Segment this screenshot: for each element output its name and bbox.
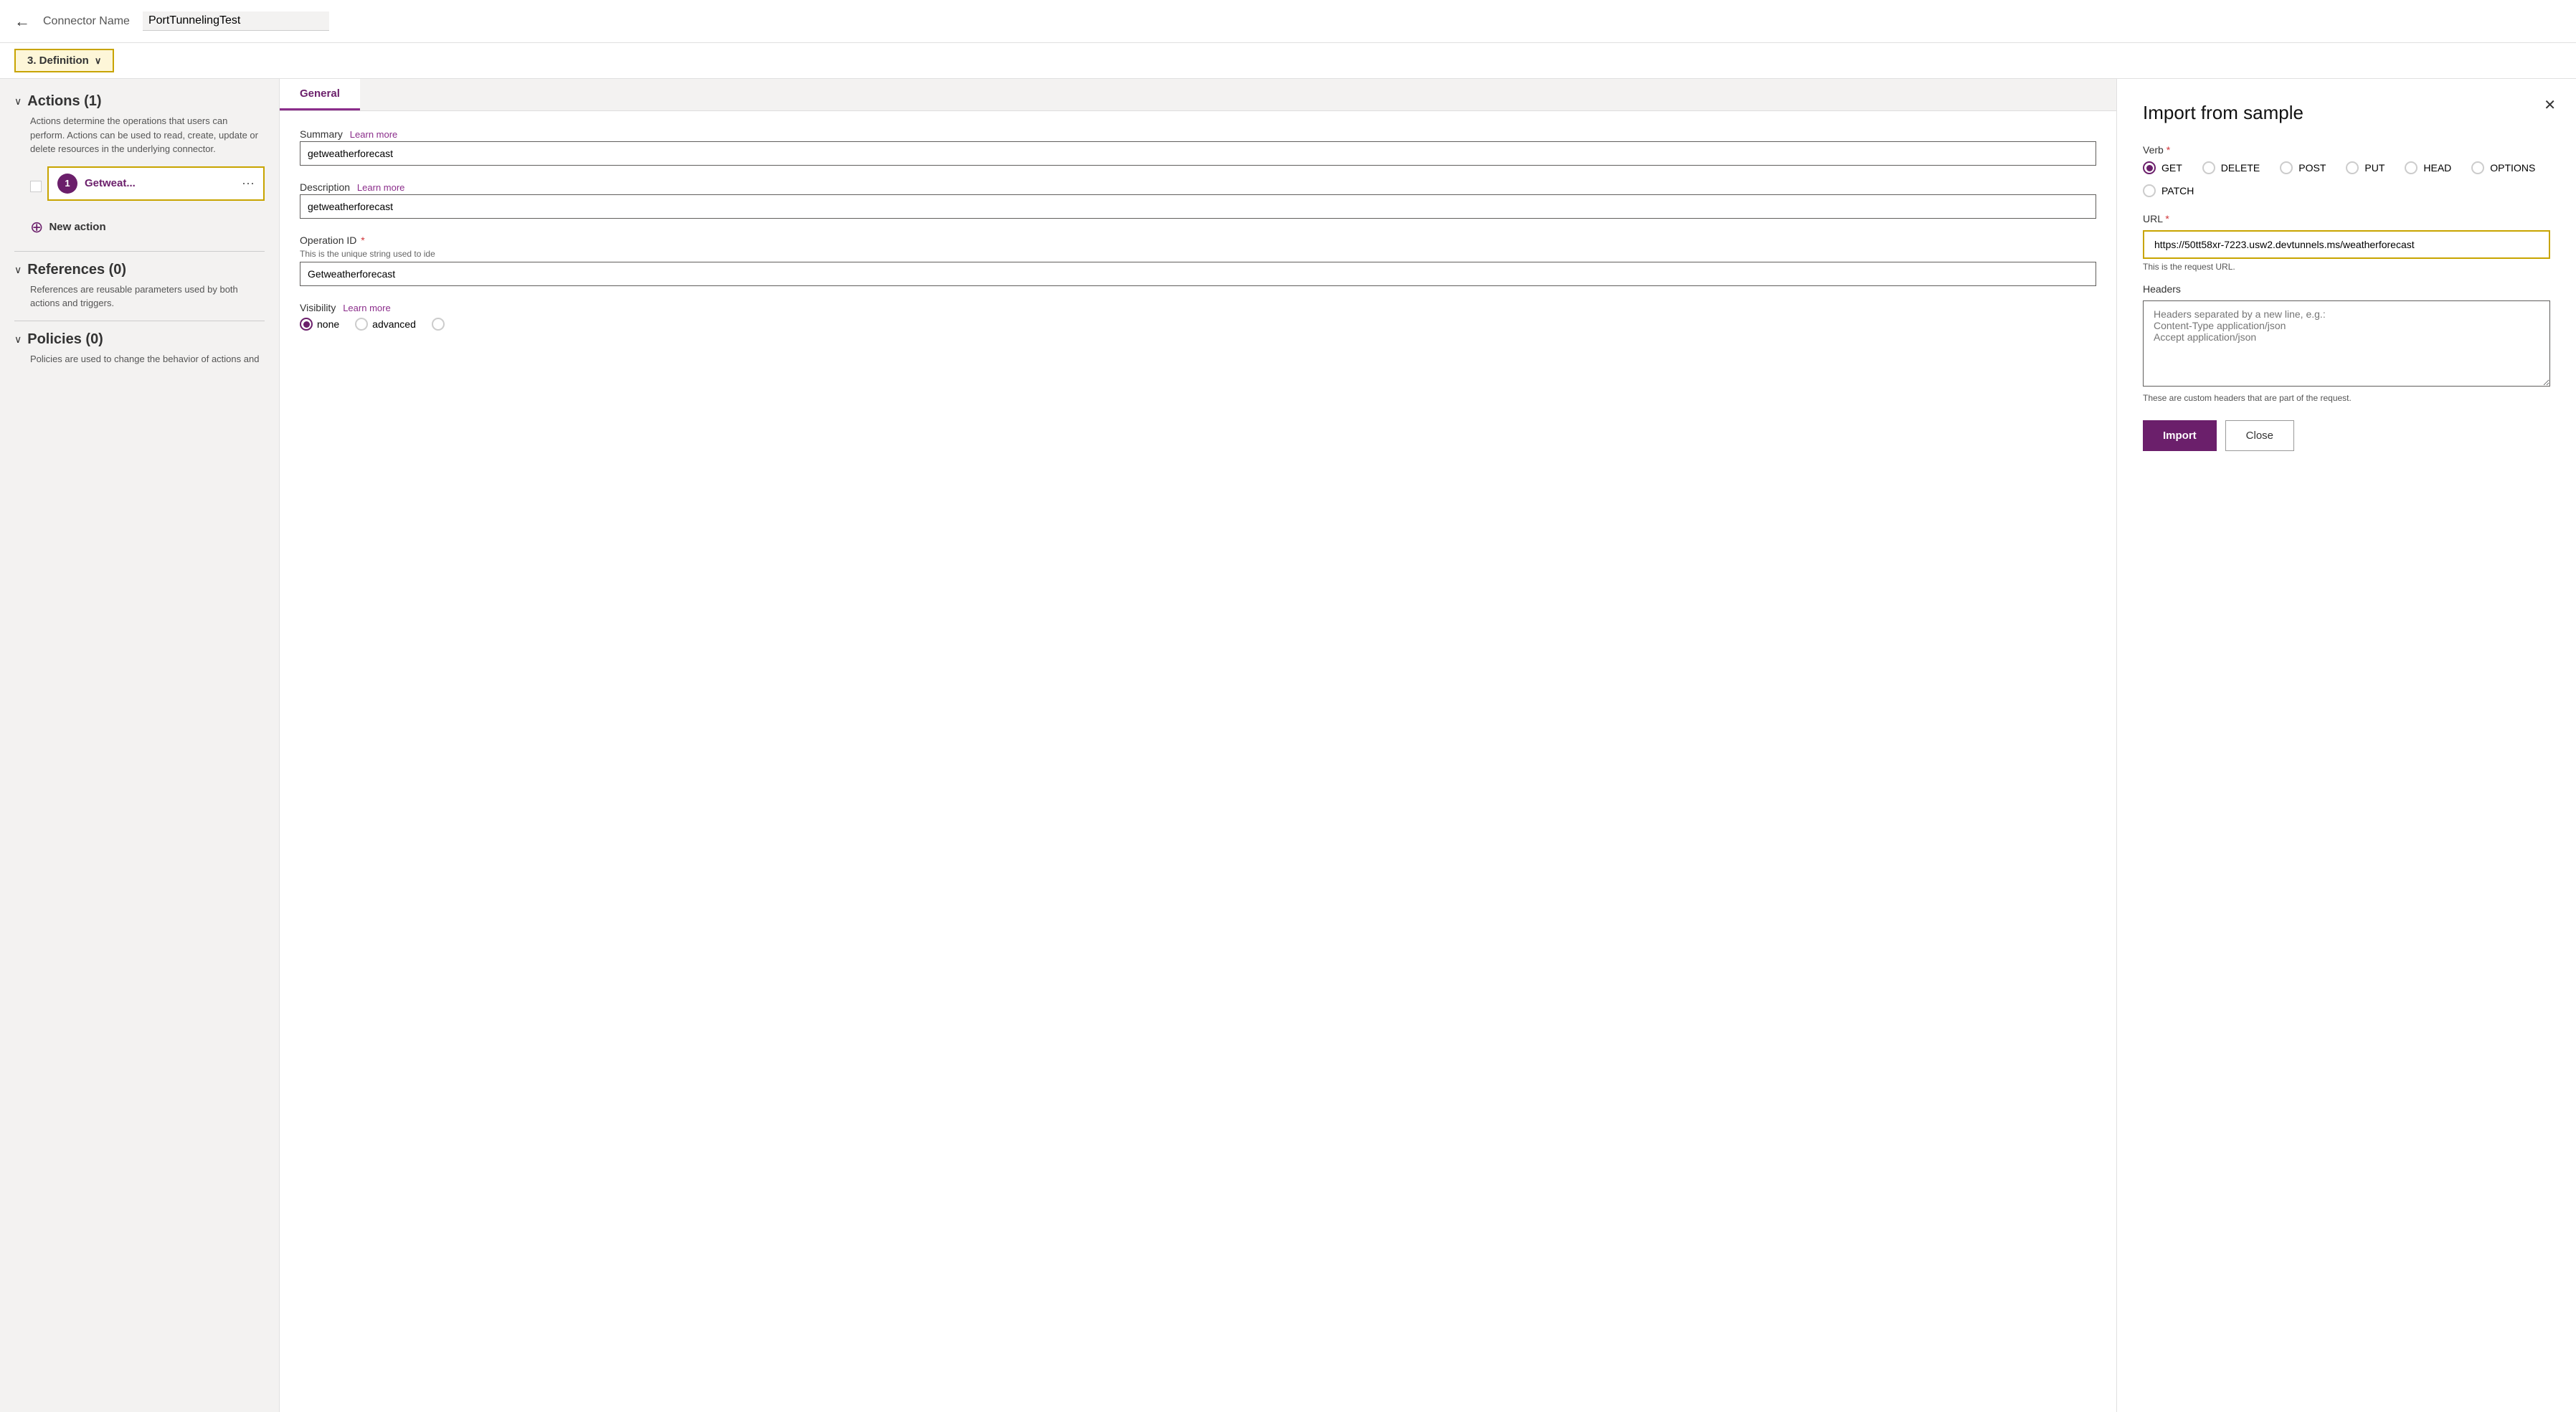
verb-label: Verb * xyxy=(2143,144,2550,156)
action-label: Getweat... xyxy=(85,177,242,189)
verb-options-radio xyxy=(2471,161,2484,174)
actions-section-header[interactable]: ∨ Actions (1) xyxy=(14,93,265,110)
operation-id-required: * xyxy=(361,234,364,246)
action-checkbox[interactable] xyxy=(30,181,42,192)
verb-required: * xyxy=(2167,144,2170,156)
operation-id-hint: This is the unique string used to ide xyxy=(300,249,2096,259)
visibility-radio-group: none advanced xyxy=(300,318,2096,331)
verb-put[interactable]: PUT xyxy=(2346,161,2385,174)
verb-delete[interactable]: DELETE xyxy=(2202,161,2260,174)
policies-section-header[interactable]: ∨ Policies (0) xyxy=(14,331,265,348)
url-input[interactable] xyxy=(2143,230,2550,259)
summary-field-row: Summary Learn more xyxy=(300,128,2096,166)
action-list: 1 Getweat... ··· ⊕ New action xyxy=(14,166,265,241)
step-bar: 3. Definition ∨ xyxy=(0,43,2576,79)
verb-patch-radio xyxy=(2143,184,2156,197)
form-section: Summary Learn more Description Learn mor… xyxy=(280,111,2116,364)
url-section: URL * This is the request URL. xyxy=(2143,213,2550,272)
new-action-icon: ⊕ xyxy=(30,218,43,237)
action-buttons: Import Close xyxy=(2143,420,2550,451)
middle-panel: General Summary Learn more Description L… xyxy=(280,79,2117,1412)
verb-options[interactable]: OPTIONS xyxy=(2471,161,2535,174)
url-hint: This is the request URL. xyxy=(2143,262,2550,272)
visibility-learn-more[interactable]: Learn more xyxy=(343,303,390,313)
visibility-row: Visibility Learn more none advanced xyxy=(300,302,2096,331)
visibility-advanced-radio xyxy=(355,318,368,331)
visibility-important-radio xyxy=(432,318,445,331)
headers-label: Headers xyxy=(2143,283,2550,295)
step-label: 3. Definition xyxy=(27,55,89,67)
tab-bar: General xyxy=(280,79,2116,111)
references-chevron: ∨ xyxy=(14,264,22,276)
close-button[interactable]: Close xyxy=(2225,420,2294,451)
operation-id-label: Operation ID * xyxy=(300,234,2096,246)
verb-head[interactable]: HEAD xyxy=(2405,161,2451,174)
connector-name-label: Connector Name xyxy=(43,15,130,28)
tab-general[interactable]: General xyxy=(280,79,360,110)
operation-id-field-row: Operation ID * This is the unique string… xyxy=(300,234,2096,286)
action-menu-icon[interactable]: ··· xyxy=(242,176,255,191)
back-button[interactable]: ← xyxy=(14,12,30,31)
references-section-header[interactable]: ∨ References (0) xyxy=(14,262,265,278)
references-title: References (0) xyxy=(27,262,126,278)
verb-delete-radio xyxy=(2202,161,2215,174)
verb-patch[interactable]: PATCH xyxy=(2143,184,2194,197)
summary-input[interactable] xyxy=(300,141,2096,166)
actions-title: Actions (1) xyxy=(27,93,101,110)
action-number: 1 xyxy=(57,174,77,194)
description-field-row: Description Learn more xyxy=(300,181,2096,219)
top-bar: ← Connector Name xyxy=(0,0,2576,43)
description-input[interactable] xyxy=(300,194,2096,219)
visibility-label: Visibility Learn more xyxy=(300,302,2096,313)
visibility-none-radio xyxy=(300,318,313,331)
actions-chevron: ∨ xyxy=(14,95,22,108)
action-item[interactable]: 1 Getweat... ··· xyxy=(47,166,265,201)
summary-learn-more[interactable]: Learn more xyxy=(350,129,397,140)
verb-radio-row: GET DELETE POST PUT HEAD xyxy=(2143,161,2550,197)
close-panel-button[interactable]: ✕ xyxy=(2544,96,2556,114)
right-panel: Import from sample ✕ Verb * GET DELETE P xyxy=(2117,79,2576,1412)
verb-get-radio xyxy=(2143,161,2156,174)
description-label: Description Learn more xyxy=(300,181,2096,193)
verb-section: Verb * GET DELETE POST PUT xyxy=(2143,144,2550,197)
verb-post-radio xyxy=(2280,161,2293,174)
verb-put-radio xyxy=(2346,161,2359,174)
operation-id-input[interactable] xyxy=(300,262,2096,286)
panel-title: Import from sample xyxy=(2143,102,2550,124)
policies-chevron: ∨ xyxy=(14,333,22,346)
visibility-none[interactable]: none xyxy=(300,318,339,331)
import-button[interactable]: Import xyxy=(2143,420,2217,451)
url-required: * xyxy=(2165,213,2169,224)
verb-get[interactable]: GET xyxy=(2143,161,2182,174)
url-label: URL * xyxy=(2143,213,2550,224)
connector-name-input[interactable] xyxy=(143,11,329,31)
headers-section: Headers These are custom headers that ar… xyxy=(2143,283,2550,403)
references-description: References are reusable parameters used … xyxy=(14,283,265,311)
headers-hint: These are custom headers that are part o… xyxy=(2143,393,2550,403)
new-action-label: New action xyxy=(49,221,105,233)
step-chevron: ∨ xyxy=(95,55,102,67)
policies-description: Policies are used to change the behavior… xyxy=(14,352,265,366)
main-area: ∨ Actions (1) Actions determine the oper… xyxy=(0,79,2576,1412)
description-learn-more[interactable]: Learn more xyxy=(357,182,404,193)
verb-head-radio xyxy=(2405,161,2418,174)
visibility-important[interactable] xyxy=(432,318,449,331)
visibility-advanced[interactable]: advanced xyxy=(355,318,416,331)
verb-post[interactable]: POST xyxy=(2280,161,2326,174)
policies-title: Policies (0) xyxy=(27,331,103,348)
headers-textarea[interactable] xyxy=(2143,300,2550,387)
new-action-button[interactable]: ⊕ New action xyxy=(30,214,265,241)
step-badge[interactable]: 3. Definition ∨ xyxy=(14,49,114,72)
divider-1 xyxy=(14,251,265,252)
actions-description: Actions determine the operations that us… xyxy=(14,114,265,156)
left-panel: ∨ Actions (1) Actions determine the oper… xyxy=(0,79,280,1412)
summary-label: Summary Learn more xyxy=(300,128,2096,140)
